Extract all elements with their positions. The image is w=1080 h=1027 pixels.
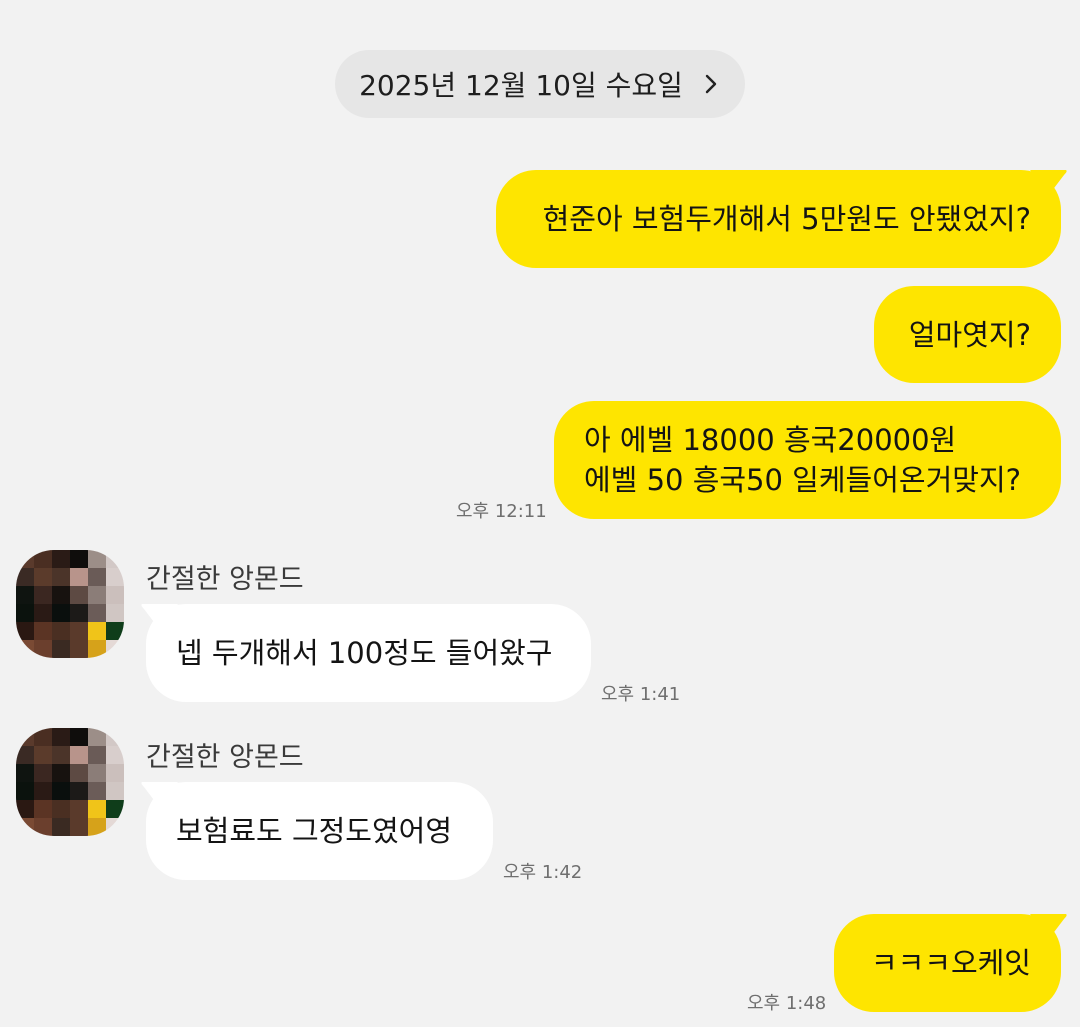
sender-name[interactable]: 간절한 앙몬드 [146,735,304,774]
message-text: 보험료도 그정도였어영 [176,814,453,848]
avatar[interactable] [16,550,124,658]
my-message-bubble[interactable]: 현준아 보험두개해서 5만원도 안됐었지? [496,170,1061,268]
message-text: 넵 두개해서 100정도 들어왔구 [176,636,553,670]
message-time: 오후 12:11 [456,501,547,522]
message-text-line: 아 에벨 18000 흥국20000원 [584,423,957,457]
avatar[interactable] [16,728,124,836]
message-time: 오후 1:41 [601,684,681,705]
their-message-bubble[interactable]: 넵 두개해서 100정도 들어왔구 [146,604,591,702]
message-time: 오후 1:48 [747,993,827,1014]
chevron-right-icon [705,74,717,94]
message-text: 얼마엿지? [908,317,1031,352]
message-text: ㅋㅋㅋ오케잇 [870,946,1031,980]
date-label: 2025년 12월 10일 수요일 [359,69,683,102]
message-time: 오후 1:42 [503,862,583,883]
my-message-bubble[interactable]: 얼마엿지? [874,286,1061,383]
date-divider[interactable]: 2025년 12월 10일 수요일 [335,50,745,118]
my-bubble-tail [1030,914,1067,940]
sender-name[interactable]: 간절한 앙몬드 [146,557,304,596]
my-message-bubble[interactable]: 아 에벨 18000 흥국20000원 에벨 50 흥국50 일케들어온거맞지? [554,401,1061,519]
message-text-line: 에벨 50 흥국50 일케들어온거맞지? [584,463,1022,497]
my-message-bubble[interactable]: ㅋㅋㅋ오케잇 [834,914,1061,1012]
message-text: 현준아 보험두개해서 5만원도 안됐었지? [542,202,1031,236]
their-message-bubble[interactable]: 보험료도 그정도였어영 [146,782,493,880]
my-bubble-tail [1030,170,1067,196]
